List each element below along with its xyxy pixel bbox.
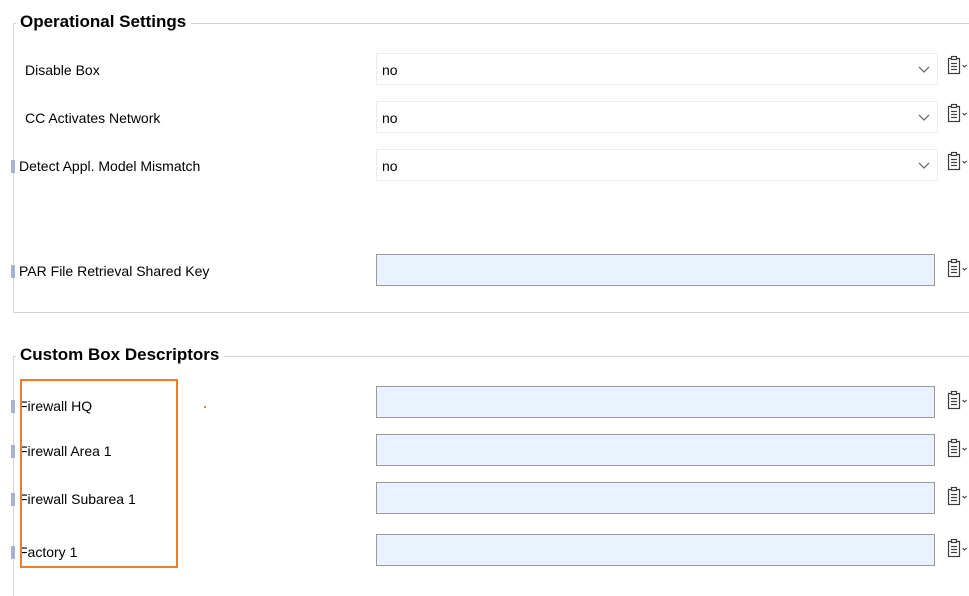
firewall-subarea-1-input[interactable]: [376, 482, 935, 514]
settings-panel: { "operational_settings": { "title": "Op…: [0, 0, 969, 596]
operational-settings-title: Operational Settings: [16, 12, 192, 32]
clipboard-icon[interactable]: [944, 438, 968, 460]
detect-appl-model-mismatch-label: Detect Appl. Model Mismatch: [19, 158, 201, 174]
par-file-retrieval-shared-key-input[interactable]: [376, 254, 935, 286]
detect-appl-model-mismatch-select[interactable]: no: [376, 149, 938, 181]
cc-activates-network-label: CC Activates Network: [25, 110, 161, 126]
modified-marker-icon: [11, 400, 15, 413]
custom-box-descriptors-title: Custom Box Descriptors: [16, 345, 225, 365]
modified-marker-icon: [11, 493, 15, 506]
chevron-down-icon[interactable]: [917, 62, 931, 76]
clipboard-icon[interactable]: [944, 151, 968, 173]
detect-appl-model-mismatch-value: no: [382, 158, 398, 174]
chevron-down-icon[interactable]: [917, 110, 931, 124]
disable-box-select[interactable]: no: [376, 53, 938, 85]
clipboard-icon[interactable]: [944, 486, 968, 508]
annotation-dot: [204, 406, 206, 408]
disable-box-label: Disable Box: [25, 62, 100, 78]
clipboard-icon[interactable]: [944, 538, 968, 560]
modified-marker-icon: [11, 546, 15, 559]
par-file-retrieval-shared-key-label: PAR File Retrieval Shared Key: [19, 263, 210, 279]
factory-1-input[interactable]: [376, 534, 935, 566]
modified-marker-icon: [11, 445, 15, 458]
cc-activates-network-select[interactable]: no: [376, 101, 938, 133]
clipboard-icon[interactable]: [944, 103, 968, 125]
clipboard-icon[interactable]: [944, 390, 968, 412]
firewall-hq-input[interactable]: [376, 386, 935, 418]
firewall-area-1-input[interactable]: [376, 434, 935, 466]
modified-marker-icon: [11, 265, 15, 278]
clipboard-icon[interactable]: [944, 258, 968, 280]
chevron-down-icon[interactable]: [917, 158, 931, 172]
modified-marker-icon: [11, 160, 15, 173]
clipboard-icon[interactable]: [944, 55, 968, 77]
disable-box-value: no: [382, 62, 398, 78]
cc-activates-network-value: no: [382, 110, 398, 126]
highlight-annotation: [20, 379, 178, 568]
